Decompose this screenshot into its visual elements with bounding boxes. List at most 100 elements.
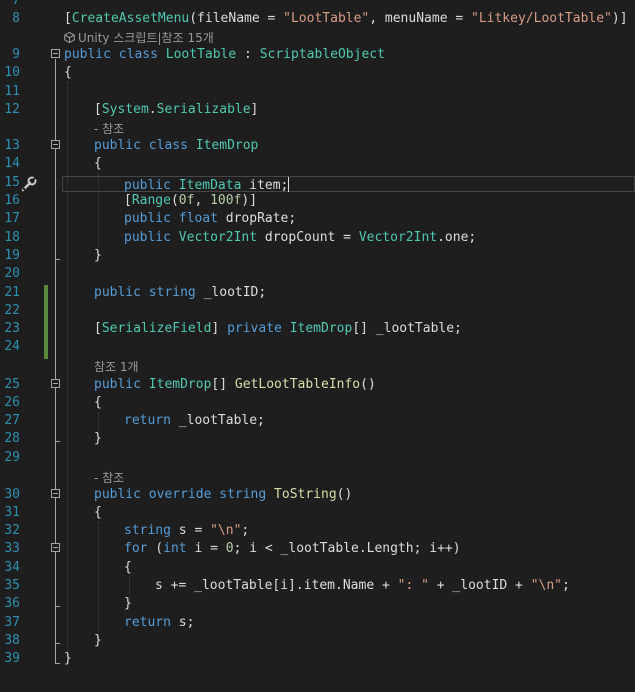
token: item; (241, 178, 289, 193)
token: : (236, 47, 260, 62)
token: ; (241, 523, 250, 538)
code-line-14: { (0, 155, 635, 173)
number-literal: 100f (210, 193, 242, 208)
token: s = (170, 523, 211, 538)
keyword: class (118, 47, 158, 62)
number-literal: 0f (178, 193, 195, 208)
token: , (194, 193, 211, 208)
token: ] (250, 102, 259, 117)
method-name: ToString (274, 487, 337, 502)
token: ] (211, 321, 228, 336)
code-line-18: public Vector2Int dropCount = Vector2Int… (0, 229, 635, 247)
keyword: for (124, 541, 148, 556)
string-literal: ": " (397, 578, 429, 593)
code-lens-refs[interactable]: 참조 1개 (0, 357, 635, 375)
line-number: 7 (12, 0, 20, 8)
code-line-34: { (0, 559, 635, 577)
token: dropCount = (257, 230, 359, 245)
brace: { (124, 560, 132, 575)
keyword: override (148, 487, 212, 502)
code-line-33: for (int i = 0; i < _lootTable.Length; i… (0, 540, 635, 558)
token: _lootTable; (170, 413, 265, 428)
token: )] (241, 193, 258, 208)
keyword: public (124, 230, 171, 245)
code-line-21: public string _lootID; (0, 284, 635, 302)
type-name: Vector2Int (358, 230, 438, 245)
token: [ (94, 102, 102, 117)
string-literal: "\n" (530, 578, 563, 593)
type-name: ItemDrop (148, 377, 212, 392)
code-line-26: { (0, 394, 635, 412)
brace: { (94, 505, 102, 520)
code-lens-text[interactable]: 참조 1개 (94, 358, 139, 376)
keyword: return (124, 413, 171, 428)
code-line-27: return _lootTable; (0, 412, 635, 430)
code-line-17: public float dropRate; (0, 210, 635, 228)
token: [] _lootTable; (352, 321, 462, 336)
code-line-36: } (0, 595, 635, 613)
token: + _lootID + (428, 578, 531, 593)
code-lens-text[interactable]: - 참조 (94, 120, 124, 138)
keyword: public (94, 487, 141, 502)
code-line-39: } (0, 650, 635, 668)
brace: } (124, 596, 132, 611)
code-line-37: return s; (0, 614, 635, 632)
code-line-13: public class ItemDrop (0, 137, 635, 155)
line-number: 11 (4, 84, 20, 99)
code-line-8: [CreateAssetMenu(fileName = "LootTable",… (0, 10, 635, 28)
attribute-name: Serializable (156, 102, 251, 117)
code-line-23: [SerializeField] private ItemDrop[] _loo… (0, 320, 635, 338)
keyword: string (148, 285, 196, 300)
code-line-12: [System.Serializable] (0, 101, 635, 119)
keyword: public (124, 178, 171, 193)
token: ( (147, 541, 164, 556)
code-lens-refs[interactable]: - 참조 (0, 119, 635, 137)
keyword: string (219, 487, 267, 502)
type-name: ScriptableObject (259, 47, 385, 62)
line-number: 20 (4, 266, 20, 281)
token: s; (170, 615, 195, 630)
token: [] (211, 377, 235, 392)
token: i = (186, 541, 226, 556)
line-number: 29 (4, 450, 20, 465)
token: () (336, 487, 353, 502)
code-line-32: string s = "\n"; (0, 522, 635, 540)
type-name: Vector2Int (178, 230, 258, 245)
keyword: public (94, 285, 141, 300)
code-lens-text[interactable]: Unity 스크립트|참조 15개 (78, 29, 214, 47)
type-name: LootTable (165, 47, 237, 62)
text-caret (288, 177, 290, 192)
code-line-25: public ItemDrop[] GetLootTableInfo() (0, 376, 635, 394)
keyword: public (124, 211, 171, 226)
code-line-30: public override string ToString() (0, 486, 635, 504)
keyword: public (94, 138, 141, 153)
type-name: ItemDrop (195, 138, 259, 153)
token: ( (170, 193, 179, 208)
token: dropRate; (217, 211, 297, 226)
keyword: public (64, 47, 111, 62)
code-lens-text[interactable]: - 참조 (94, 469, 124, 487)
brace: } (94, 633, 102, 648)
brace: } (94, 431, 102, 446)
attribute-name: CreateAssetMenu (71, 11, 190, 26)
code-lens-unity[interactable]: Unity 스크립트|참조 15개 (0, 28, 635, 46)
keyword: class (148, 138, 188, 153)
code-lens-refs[interactable]: - 참조 (0, 468, 635, 486)
code-line-15: public ItemData item; (0, 174, 635, 193)
keyword: public (94, 377, 141, 392)
code-editor[interactable]: 7 8 9 10 11 12 13 14 15 16 17 18 19 20 21 22 23 24 25 26 27 2… (0, 0, 635, 692)
code-line-16: [Range(0f, 100f)] (0, 192, 635, 210)
keyword: private (227, 321, 282, 336)
unity-logo-icon (64, 32, 75, 43)
token: _lootID; (195, 285, 267, 300)
code-line-31: { (0, 504, 635, 522)
method-name: GetLootTableInfo (234, 377, 361, 392)
token: s += _lootTable[i].item.Name + (155, 578, 398, 593)
